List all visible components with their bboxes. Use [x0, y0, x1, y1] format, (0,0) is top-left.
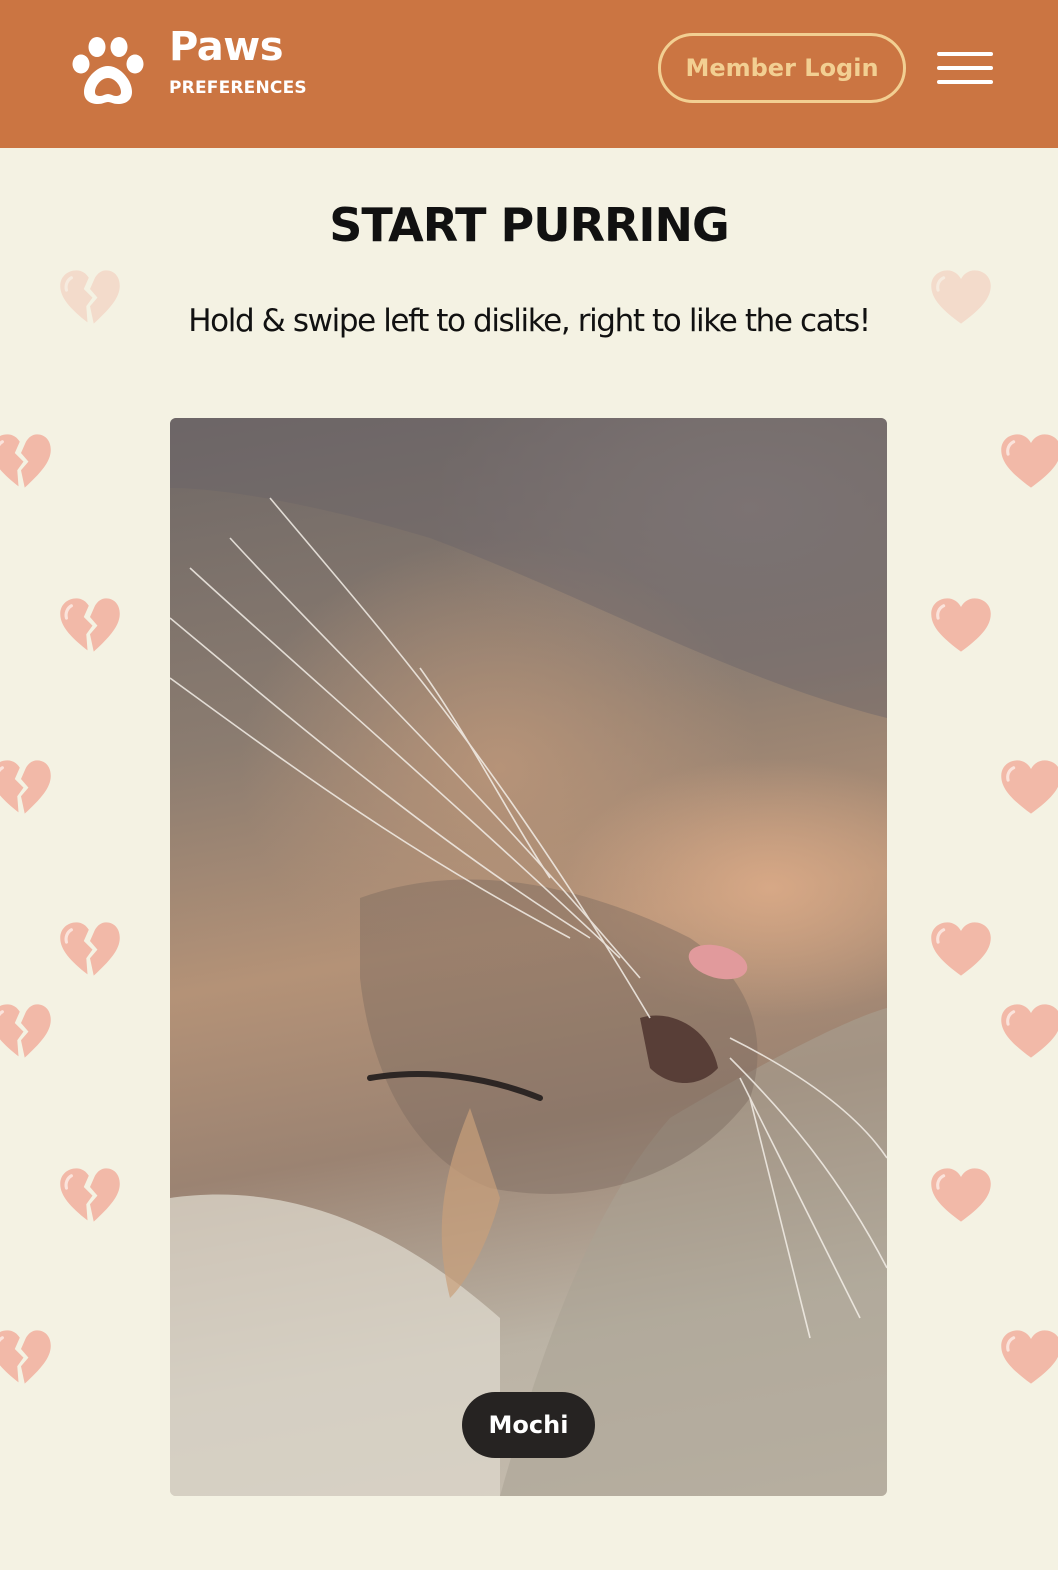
broken-heart-icon	[0, 758, 52, 816]
page-title: START PURRING	[329, 198, 730, 252]
brand-name[interactable]: Paws	[169, 24, 284, 70]
brand-subtitle: PREFERENCES	[169, 78, 307, 98]
heart-icon	[1000, 432, 1058, 490]
broken-heart-icon	[59, 268, 121, 326]
instructions-text: Hold & swipe left to dislike, right to l…	[188, 303, 871, 339]
broken-heart-icon	[59, 596, 121, 654]
member-login-button[interactable]: Member Login	[658, 33, 906, 103]
menu-line	[937, 52, 993, 56]
cat-swipe-card[interactable]: Mochi	[170, 418, 887, 1496]
heart-icon	[930, 596, 992, 654]
heart-icon	[1000, 1002, 1058, 1060]
heart-icon	[930, 1166, 992, 1224]
hamburger-menu-icon[interactable]	[937, 50, 993, 88]
broken-heart-icon	[0, 432, 52, 490]
site-header: Paws PREFERENCES Member Login	[0, 0, 1058, 148]
broken-heart-icon	[59, 1166, 121, 1224]
paw-icon[interactable]	[70, 34, 146, 106]
heart-icon	[1000, 1328, 1058, 1386]
broken-heart-icon	[59, 920, 121, 978]
menu-line	[937, 66, 993, 70]
broken-heart-icon	[0, 1002, 52, 1060]
heart-icon	[930, 268, 992, 326]
sleeping-cat-photo	[170, 418, 887, 1496]
heart-icon	[930, 920, 992, 978]
menu-line	[937, 80, 993, 84]
broken-heart-icon	[0, 1328, 52, 1386]
heart-icon	[1000, 758, 1058, 816]
cat-name-badge: Mochi	[462, 1392, 595, 1458]
